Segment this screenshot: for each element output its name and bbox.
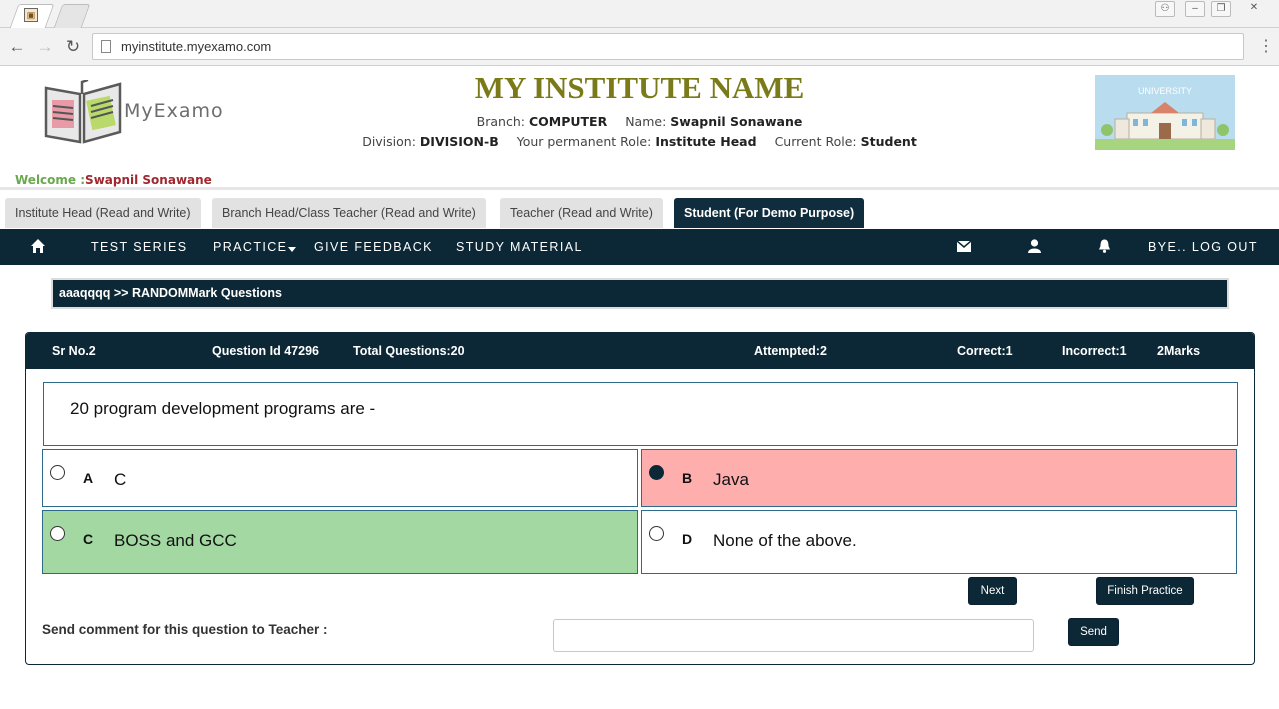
logout-link[interactable]: BYE.. LOG OUT: [1148, 229, 1258, 265]
option-d-letter: D: [682, 531, 693, 547]
comment-input[interactable]: [553, 619, 1034, 652]
total-questions: Total Questions:20: [353, 344, 465, 358]
option-c-letter: C: [83, 531, 94, 547]
url-field[interactable]: myinstitute.myexamo.com: [92, 33, 1244, 60]
incorrect-count: Incorrect:1: [1062, 344, 1127, 358]
option-b[interactable]: B Java: [641, 449, 1237, 507]
header-divider: [0, 187, 1279, 190]
question-text: 20 program development programs are -: [70, 399, 376, 418]
comment-label: Send comment for this question to Teache…: [42, 622, 328, 637]
minimize-icon[interactable]: –: [1185, 1, 1205, 17]
url-text: myinstitute.myexamo.com: [121, 39, 272, 54]
next-button[interactable]: Next: [968, 577, 1017, 605]
role-tab-teacher[interactable]: Teacher (Read and Write): [500, 198, 663, 228]
permanent-role-label: Your permanent Role:: [516, 134, 652, 149]
institute-title: MY INSTITUTE NAME: [474, 70, 805, 105]
site-favicon-icon: ▣: [24, 8, 38, 22]
option-d[interactable]: D None of the above.: [641, 510, 1237, 574]
nav-study-material[interactable]: STUDY MATERIAL: [456, 229, 583, 265]
bell-icon[interactable]: [1098, 229, 1111, 265]
nav-practice-label: PRACTICE: [213, 240, 288, 254]
correct-count: Correct:1: [957, 344, 1013, 358]
welcome-message: Welcome :Swapnil Sonawane: [15, 173, 212, 187]
branch-value: COMPUTER: [528, 114, 608, 129]
browser-tab-strip: ▣ ⚇ – ❐ ✕: [0, 0, 1279, 28]
role-tab-institute-head[interactable]: Institute Head (Read and Write): [5, 198, 201, 228]
send-comment-button[interactable]: Send: [1068, 618, 1119, 646]
home-icon[interactable]: [30, 229, 46, 265]
option-c-text: BOSS and GCC: [114, 531, 237, 550]
branch-label: Branch:: [476, 114, 525, 129]
address-bar-row: ← → ↻ myinstitute.myexamo.com ⋮: [0, 28, 1279, 66]
option-a-letter: A: [83, 470, 94, 486]
user-icon[interactable]: [1028, 229, 1041, 265]
attempted-count: Attempted:2: [754, 344, 827, 358]
marks: 2Marks: [1157, 344, 1201, 358]
new-tab-button[interactable]: [53, 4, 91, 28]
question-id: Question Id 47296: [212, 344, 319, 358]
finish-practice-button[interactable]: Finish Practice: [1096, 577, 1194, 605]
nav-give-feedback[interactable]: GIVE FEEDBACK: [314, 229, 433, 265]
welcome-user-name: Swapnil Sonawane: [85, 173, 212, 187]
option-b-text: Java: [713, 470, 749, 489]
reload-icon[interactable]: ↻: [62, 36, 84, 58]
option-b-letter: B: [682, 470, 693, 486]
close-window-icon[interactable]: ✕: [1244, 1, 1264, 17]
page-icon: [101, 40, 111, 53]
back-icon[interactable]: ←: [6, 36, 28, 58]
chevron-down-icon: [288, 247, 297, 253]
option-d-radio[interactable]: [649, 526, 664, 541]
breadcrumb: aaaqqqq >> RANDOMMark Questions: [51, 278, 1229, 309]
option-a[interactable]: A C: [42, 449, 638, 507]
nav-test-series[interactable]: TEST SERIES: [91, 229, 187, 265]
user-meta-line-2: Division: DIVISION-B Your permanent Role…: [0, 134, 1279, 149]
role-tab-branch-head[interactable]: Branch Head/Class Teacher (Read and Writ…: [212, 198, 486, 228]
option-a-text: C: [114, 470, 127, 489]
division-label: Division:: [362, 134, 416, 149]
option-c-radio[interactable]: [50, 526, 65, 541]
question-stats-bar: Sr No.2 Question Id 47296 Total Question…: [26, 333, 1254, 369]
nav-practice[interactable]: PRACTICE: [213, 229, 297, 265]
university-image: UNIVERSITY: [1095, 75, 1235, 150]
mail-icon[interactable]: [956, 229, 972, 265]
user-meta-line-1: Branch: COMPUTER Name: Swapnil Sonawane: [0, 114, 1279, 129]
option-a-radio[interactable]: [50, 465, 65, 480]
option-d-text: None of the above.: [713, 531, 857, 550]
university-image-text: UNIVERSITY: [1138, 86, 1192, 96]
question-panel: Sr No.2 Question Id 47296 Total Question…: [25, 332, 1255, 665]
name-value: Swapnil Sonawane: [670, 114, 803, 129]
user-profile-icon[interactable]: ⚇: [1155, 1, 1175, 17]
browser-menu-icon[interactable]: ⋮: [1258, 36, 1274, 56]
option-b-radio[interactable]: [649, 465, 664, 480]
welcome-label: Welcome :: [15, 173, 86, 187]
current-role-value: Student: [860, 134, 917, 149]
permanent-role-value: Institute Head: [655, 134, 757, 149]
current-role-label: Current Role:: [774, 134, 857, 149]
role-tab-student[interactable]: Student (For Demo Purpose): [674, 198, 865, 228]
main-navbar: TEST SERIES PRACTICE GIVE FEEDBACK STUDY…: [0, 229, 1279, 265]
question-box: 20 program development programs are -: [43, 382, 1238, 446]
name-label: Name:: [625, 114, 667, 129]
forward-icon[interactable]: →: [34, 36, 56, 58]
serial-number: Sr No.2: [52, 344, 96, 358]
restore-icon[interactable]: ❐: [1211, 1, 1231, 17]
division-value: DIVISION-B: [419, 134, 499, 149]
option-c[interactable]: C BOSS and GCC: [42, 510, 638, 574]
